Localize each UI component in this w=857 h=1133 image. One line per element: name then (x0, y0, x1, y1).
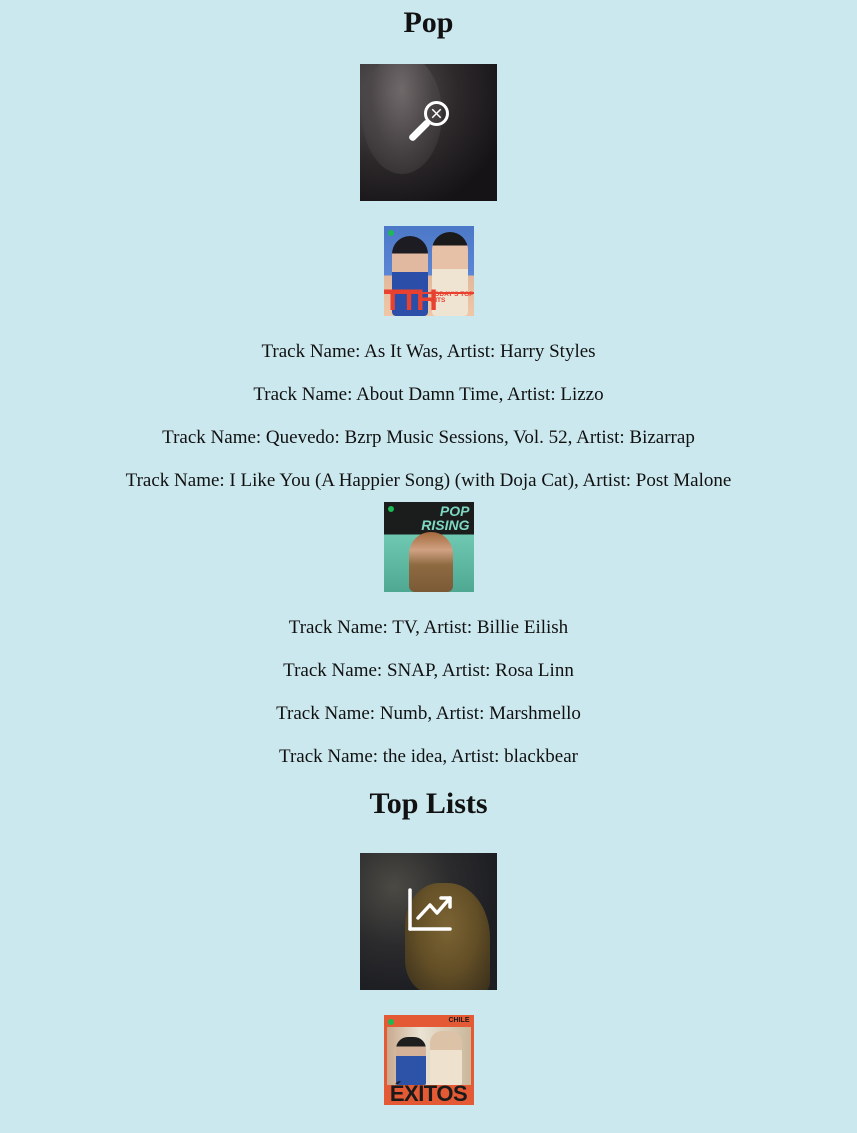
playlist-cover-pop-rising[interactable]: POP RISING (383, 502, 474, 592)
track-item: Track Name: Numb, Artist: Marshmello (276, 703, 581, 724)
spotify-logo-icon (387, 1019, 394, 1025)
playlist-cover-exitos-chile[interactable]: CHILE ÉXITOS (383, 1015, 474, 1105)
category-title: Top Lists (369, 787, 488, 820)
track-item: Track Name: I Like You (A Happier Song) … (125, 470, 732, 491)
cover-title-text: POP RISING (421, 503, 470, 533)
category-title: Pop (403, 6, 454, 39)
spotify-logo-icon (387, 506, 394, 512)
cover-person (408, 532, 453, 592)
cover-person (395, 1037, 426, 1085)
category-pop: Pop TTH TODAY'S TOP HITS Track Name: As … (0, 0, 857, 768)
trending-up-icon (408, 888, 452, 931)
microphone-icon (409, 101, 449, 141)
cover-big-text: TTH (383, 284, 438, 316)
cover-person (429, 1031, 462, 1085)
track-item: Track Name: About Damn Time, Artist: Liz… (253, 384, 604, 405)
cover-small-text: CHILE (448, 1017, 470, 1024)
track-item: Track Name: SNAP, Artist: Rosa Linn (283, 660, 574, 681)
track-list: Track Name: As It Was, Artist: Harry Sty… (0, 341, 857, 492)
spotify-logo-icon (387, 230, 394, 236)
page: Pop TTH TODAY'S TOP HITS Track Name: As … (0, 0, 857, 1105)
track-item: Track Name: TV, Artist: Billie Eilish (288, 617, 569, 638)
cover-big-text: ÉXITOS (389, 1081, 468, 1105)
track-item: Track Name: As It Was, Artist: Harry Sty… (261, 341, 596, 362)
playlist-cover-todays-top-hits[interactable]: TTH TODAY'S TOP HITS (383, 226, 474, 316)
track-list: Track Name: TV, Artist: Billie Eilish Tr… (0, 617, 857, 768)
track-item: Track Name: Quevedo: Bzrp Music Sessions… (162, 427, 695, 448)
category-image-top-lists[interactable] (360, 853, 497, 990)
category-image-pop[interactable] (360, 64, 497, 201)
category-top-lists: Top Lists CHILE ÉXITOS (0, 789, 857, 1105)
track-item: Track Name: the idea, Artist: blackbear (279, 746, 578, 767)
cover-small-text: TODAY'S TOP HITS (430, 291, 474, 304)
